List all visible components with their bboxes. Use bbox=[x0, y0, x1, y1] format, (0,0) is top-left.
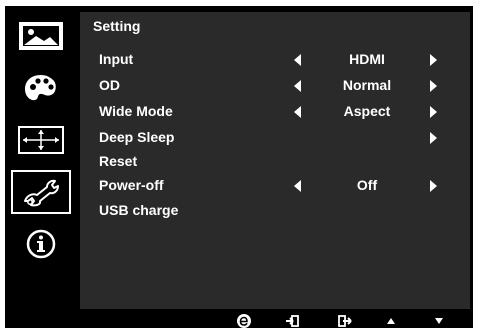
down-icon bbox=[435, 318, 443, 324]
menu-row-reset[interactable]: Reset bbox=[80, 150, 470, 174]
od-label: OD bbox=[99, 77, 120, 93]
power-off-label: Power-off bbox=[99, 177, 164, 193]
sidebar-item-color[interactable] bbox=[11, 66, 71, 110]
right-arrow-icon[interactable] bbox=[430, 106, 437, 118]
enter-icon bbox=[286, 315, 299, 327]
enter-button[interactable] bbox=[282, 313, 302, 329]
right-arrow-icon[interactable] bbox=[430, 180, 437, 192]
menu-row-input[interactable]: Input HDMI bbox=[80, 48, 470, 72]
power-off-value: Off bbox=[356, 177, 378, 193]
sidebar-item-info[interactable] bbox=[11, 222, 71, 266]
left-arrow-icon[interactable] bbox=[294, 106, 301, 118]
menu-row-power-off[interactable]: Power-off Off bbox=[80, 174, 470, 198]
right-arrow-icon[interactable] bbox=[430, 54, 437, 66]
sidebar bbox=[9, 12, 73, 310]
deep-sleep-label: Deep Sleep bbox=[99, 129, 175, 145]
info-icon bbox=[26, 229, 56, 259]
setting-wrench-icon bbox=[24, 179, 59, 207]
right-arrow-icon[interactable] bbox=[430, 132, 437, 144]
e-key-button[interactable] bbox=[234, 313, 254, 329]
sidebar-item-setting[interactable] bbox=[11, 170, 71, 214]
left-arrow-icon[interactable] bbox=[294, 180, 301, 192]
e-key-icon bbox=[237, 314, 251, 328]
down-button[interactable] bbox=[429, 313, 449, 329]
up-icon bbox=[387, 318, 395, 324]
setting-panel: Setting Input HDMI OD Normal Wide Mode A… bbox=[80, 12, 470, 309]
footer-button-bar bbox=[80, 311, 470, 331]
panel-title: Setting bbox=[93, 18, 141, 34]
menu-row-od[interactable]: OD Normal bbox=[80, 74, 470, 98]
sidebar-item-picture[interactable] bbox=[11, 14, 71, 58]
wide-mode-value: Aspect bbox=[343, 103, 391, 119]
osd-window: Setting Input HDMI OD Normal Wide Mode A… bbox=[5, 6, 473, 328]
menu-row-usb-charge[interactable]: USB charge bbox=[80, 199, 470, 223]
menu-row-deep-sleep[interactable]: Deep Sleep bbox=[80, 126, 470, 150]
exit-button[interactable] bbox=[335, 313, 355, 329]
input-label: Input bbox=[99, 51, 134, 67]
up-button[interactable] bbox=[381, 313, 401, 329]
left-arrow-icon[interactable] bbox=[294, 80, 301, 92]
exit-icon bbox=[338, 315, 352, 327]
right-arrow-icon[interactable] bbox=[430, 80, 437, 92]
sidebar-item-position[interactable] bbox=[11, 118, 71, 162]
wide-mode-label: Wide Mode bbox=[99, 103, 173, 119]
od-value: Normal bbox=[342, 77, 392, 93]
menu-row-wide-mode[interactable]: Wide Mode Aspect bbox=[80, 100, 470, 124]
reset-label: Reset bbox=[99, 153, 138, 169]
picture-icon bbox=[19, 22, 63, 50]
left-arrow-icon[interactable] bbox=[294, 54, 301, 66]
input-value: HDMI bbox=[349, 51, 385, 67]
usb-charge-label: USB charge bbox=[99, 202, 179, 218]
color-palette-icon bbox=[25, 75, 56, 101]
image-position-icon bbox=[18, 126, 64, 154]
